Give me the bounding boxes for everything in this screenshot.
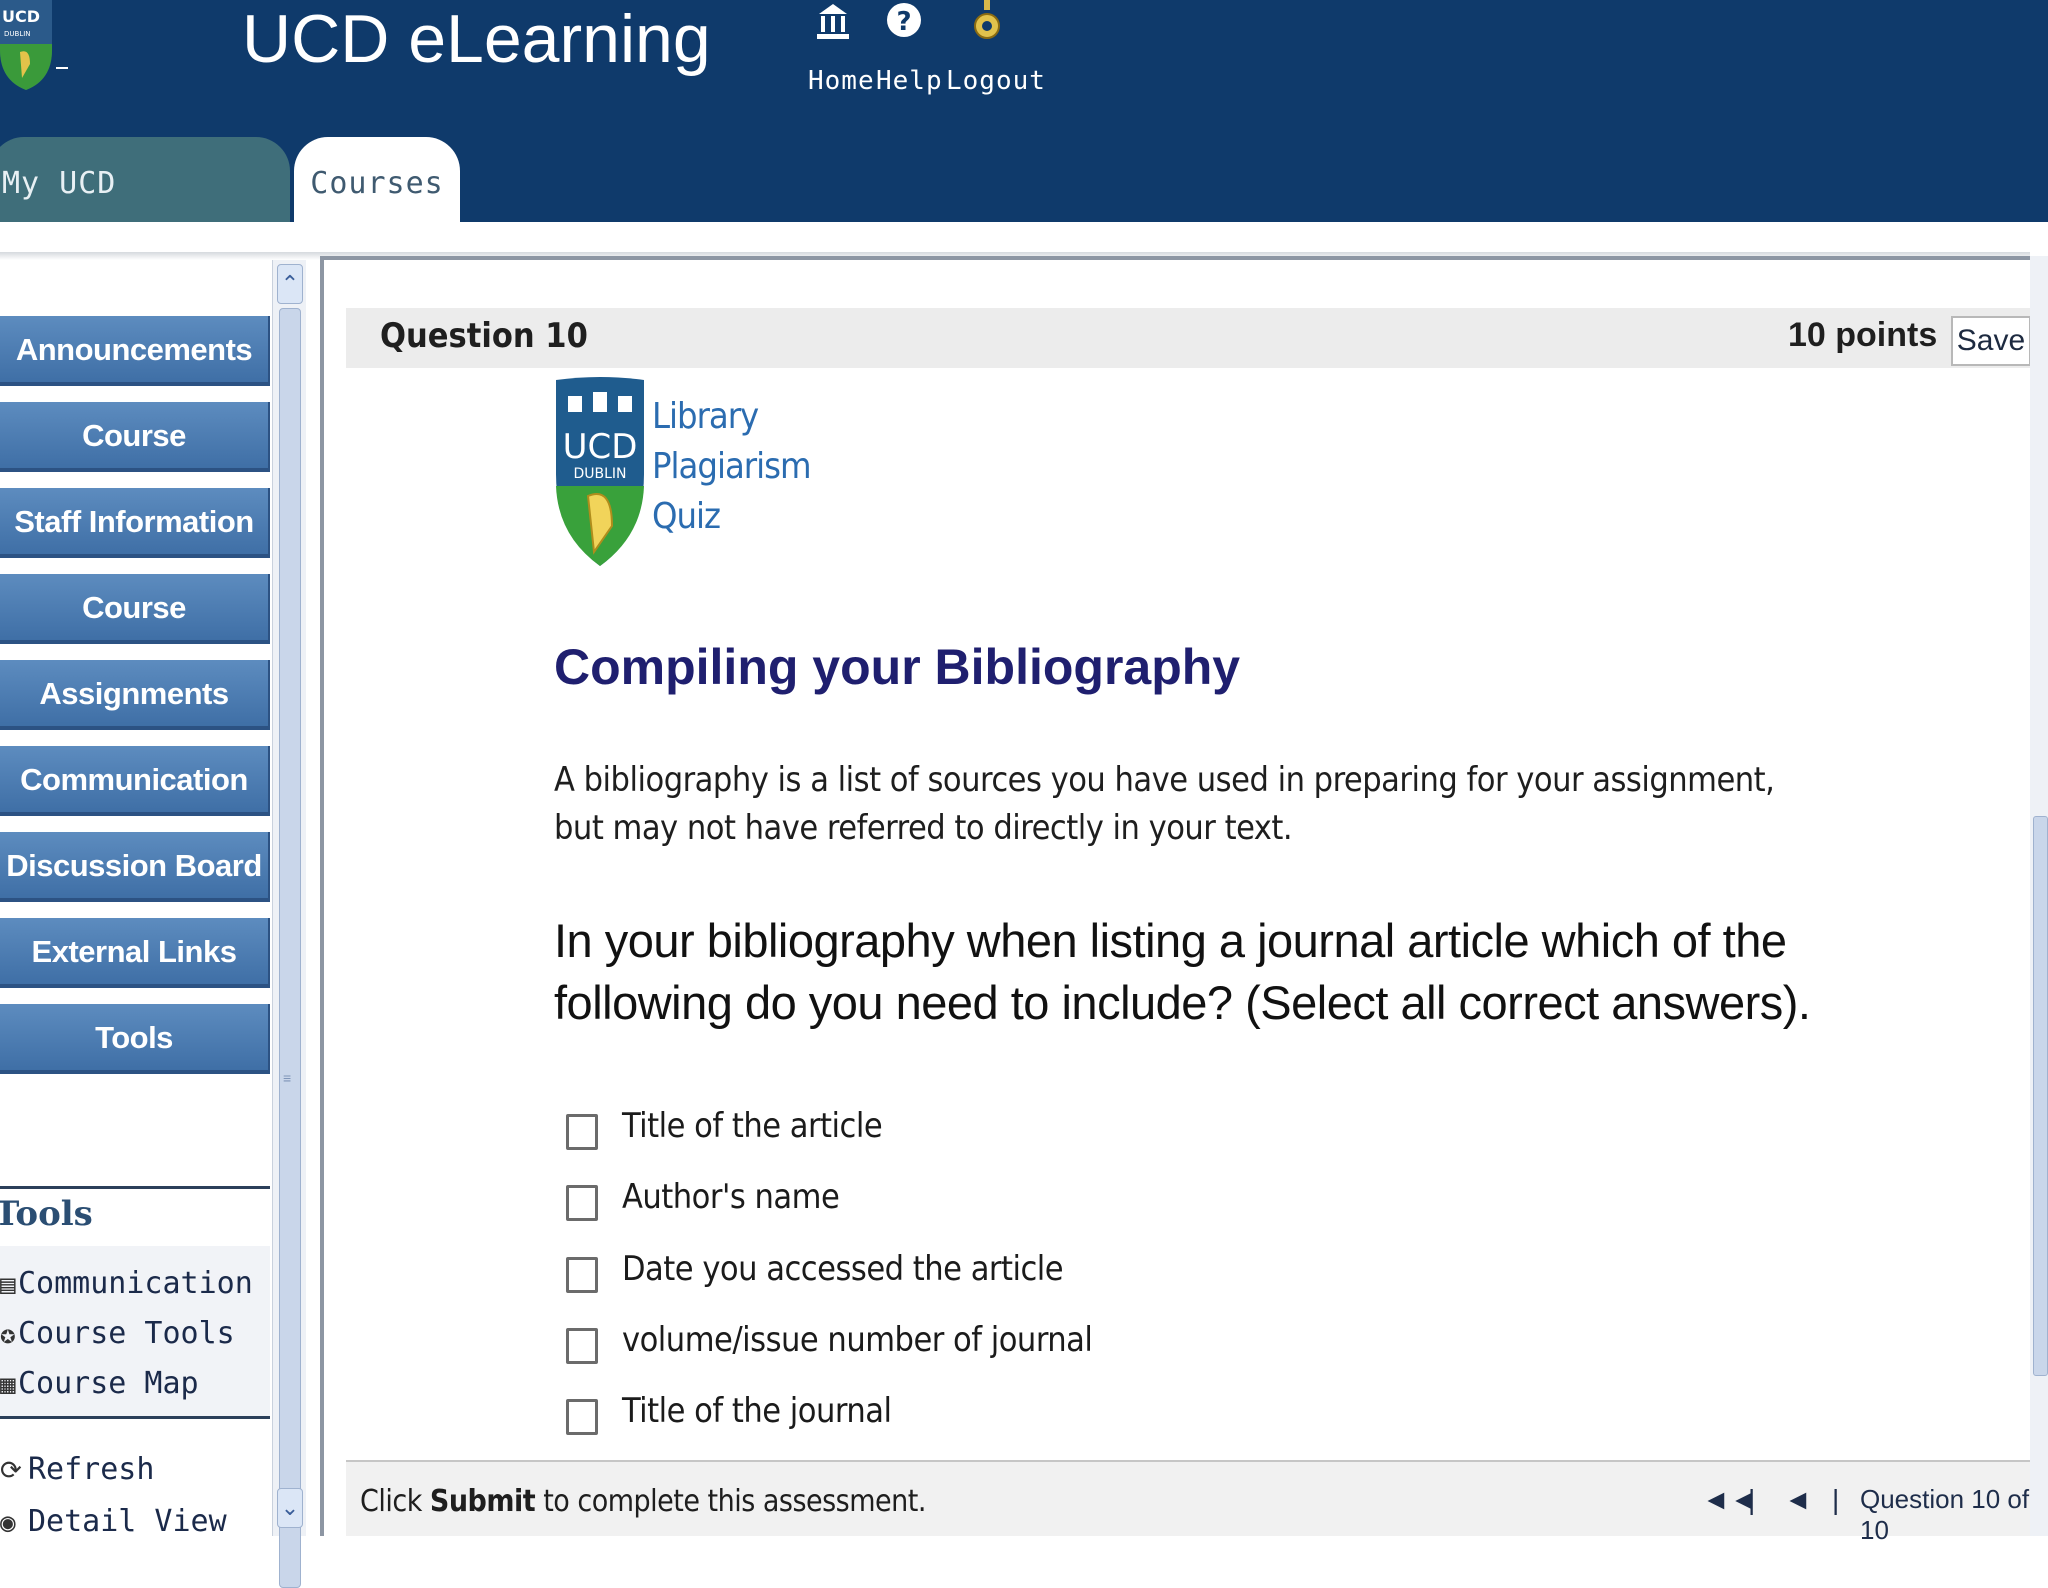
nav-logout-label: Logout xyxy=(946,66,1046,96)
nav-help-label: Help xyxy=(876,66,943,96)
refresh-icon: ⟳ xyxy=(0,1456,22,1486)
scroll-grip-icon: ≡ xyxy=(283,1070,292,1086)
question-header-bar xyxy=(346,308,2030,368)
logo-line-plagiarism: Plagiarism xyxy=(652,446,812,487)
menu-assignments[interactable]: Assignments xyxy=(0,660,270,730)
detail-view-icon: ◉ xyxy=(0,1508,16,1536)
tools-heading: Tools xyxy=(0,1194,93,1234)
top-banner: UCD DUBLIN UCD eLearning Home ? Help Log… xyxy=(0,0,2048,295)
menu-tools[interactable]: Tools xyxy=(0,1004,270,1074)
help-icon: ? xyxy=(885,0,923,45)
tools-link-course-tools[interactable]: ✪Course Tools xyxy=(0,1312,235,1356)
menu-course-documents[interactable]: Course Documents xyxy=(0,574,270,693)
svg-text:UCD: UCD xyxy=(2,7,40,26)
tools-link-label: Course Tools xyxy=(18,1316,235,1351)
utility-link-label: Detail View xyxy=(28,1504,227,1536)
pager-separator: | xyxy=(1748,1484,1756,1515)
answer-label[interactable]: Date you accessed the article xyxy=(622,1249,1064,1289)
question-position: Question 10 of 10 xyxy=(1860,1484,2030,1545)
answer-label[interactable]: volume/issue number of journal xyxy=(622,1320,1093,1360)
section-title: Compiling your Bibliography xyxy=(554,639,1241,695)
nav-help[interactable]: ? Help xyxy=(876,0,943,100)
nav-logout[interactable]: Logout xyxy=(946,0,1046,100)
svg-text:DUBLIN: DUBLIN xyxy=(4,30,31,38)
tools-link-course-map[interactable]: ▦Course Map xyxy=(0,1362,199,1406)
menu-staff-information[interactable]: Staff Information xyxy=(0,488,270,558)
svg-text:UCD: UCD xyxy=(563,427,638,467)
nav-home[interactable]: Home xyxy=(808,0,875,100)
content-scrollbar[interactable] xyxy=(2030,256,2048,1536)
logo-line-library: Library xyxy=(652,396,759,437)
answer-checkbox[interactable] xyxy=(566,1328,598,1364)
svg-text:DUBLIN: DUBLIN xyxy=(573,466,626,482)
svg-text:?: ? xyxy=(896,7,911,37)
content-scroll-thumb[interactable] xyxy=(2033,816,2048,1376)
save-button[interactable]: Save xyxy=(1951,316,2031,366)
tools-top-rule xyxy=(0,1186,270,1189)
question-prompt: In your bibliography when listing a jour… xyxy=(554,914,1811,1029)
logout-icon xyxy=(972,0,1002,49)
menu-communication[interactable]: Communication xyxy=(0,746,270,816)
nav-home-label: Home xyxy=(808,66,875,96)
footer-suffix: to complete this assessment. xyxy=(535,1484,926,1519)
answer-checkbox[interactable] xyxy=(566,1185,598,1221)
ucd-logo[interactable]: UCD DUBLIN xyxy=(0,0,68,92)
answer-label[interactable]: Title of the article xyxy=(622,1106,883,1146)
tab-courses[interactable]: Courses xyxy=(294,137,460,222)
utility-link-refresh[interactable]: ⟳ Refresh xyxy=(0,1448,154,1492)
answer-checkbox[interactable] xyxy=(566,1399,598,1435)
tab-my-ucd-blackboard[interactable]: My UCD Blackboard xyxy=(0,137,290,295)
tools-link-communication[interactable]: ▤Communication xyxy=(0,1262,253,1306)
scroll-down-icon[interactable]: ⌄ xyxy=(277,1488,303,1528)
library-quiz-logo: UCD DUBLIN Library Plagiarism Quiz xyxy=(554,374,812,569)
course-tools-icon: ✪ xyxy=(0,1320,16,1350)
tools-link-label: Course Map xyxy=(18,1366,199,1401)
menu-external-links[interactable]: External Links xyxy=(0,918,270,988)
utility-link-detail-view[interactable]: ◉ Detail View xyxy=(0,1500,227,1536)
menu-announcements[interactable]: Announcements xyxy=(0,316,270,386)
footer-prefix: Click xyxy=(360,1484,430,1519)
communication-icon: ▤ xyxy=(0,1270,16,1300)
answer-label[interactable]: Author's name xyxy=(622,1177,840,1217)
question-points: 10 points xyxy=(1788,316,1938,354)
footer-instruction: Click Submit to complete this assessment… xyxy=(360,1484,926,1519)
intro-text: A bibliography is a list of sources you … xyxy=(554,760,1775,848)
menu-course-information[interactable]: Course Information xyxy=(0,402,270,521)
sidebar-scrollbar[interactable]: ≡ ⌃ ⌄ xyxy=(272,260,306,1588)
previous-question-icon[interactable]: ◄ xyxy=(1784,1484,1812,1516)
ucd-crest-icon: UCD DUBLIN xyxy=(556,377,644,566)
pager-separator: | xyxy=(1832,1484,1840,1515)
tools-link-label: Communication xyxy=(18,1266,253,1301)
home-icon xyxy=(815,0,851,49)
answer-checkbox[interactable] xyxy=(566,1114,598,1150)
footer-submit-word: Submit xyxy=(429,1484,536,1519)
sidebar-scroll-thumb[interactable] xyxy=(279,308,301,1588)
answer-label[interactable]: Title of the journal xyxy=(622,1391,892,1431)
answer-checkbox[interactable] xyxy=(566,1257,598,1293)
tools-bottom-rule xyxy=(0,1416,270,1419)
scroll-up-icon[interactable]: ⌃ xyxy=(277,264,303,304)
question-title: Question 10 xyxy=(380,316,588,356)
app-title: UCD eLearning xyxy=(242,1,711,77)
course-map-icon: ▦ xyxy=(0,1370,16,1400)
menu-discussion-board[interactable]: Discussion Board xyxy=(0,832,270,902)
logo-line-quiz: Quiz xyxy=(652,496,721,537)
utility-link-label: Refresh xyxy=(28,1452,155,1487)
